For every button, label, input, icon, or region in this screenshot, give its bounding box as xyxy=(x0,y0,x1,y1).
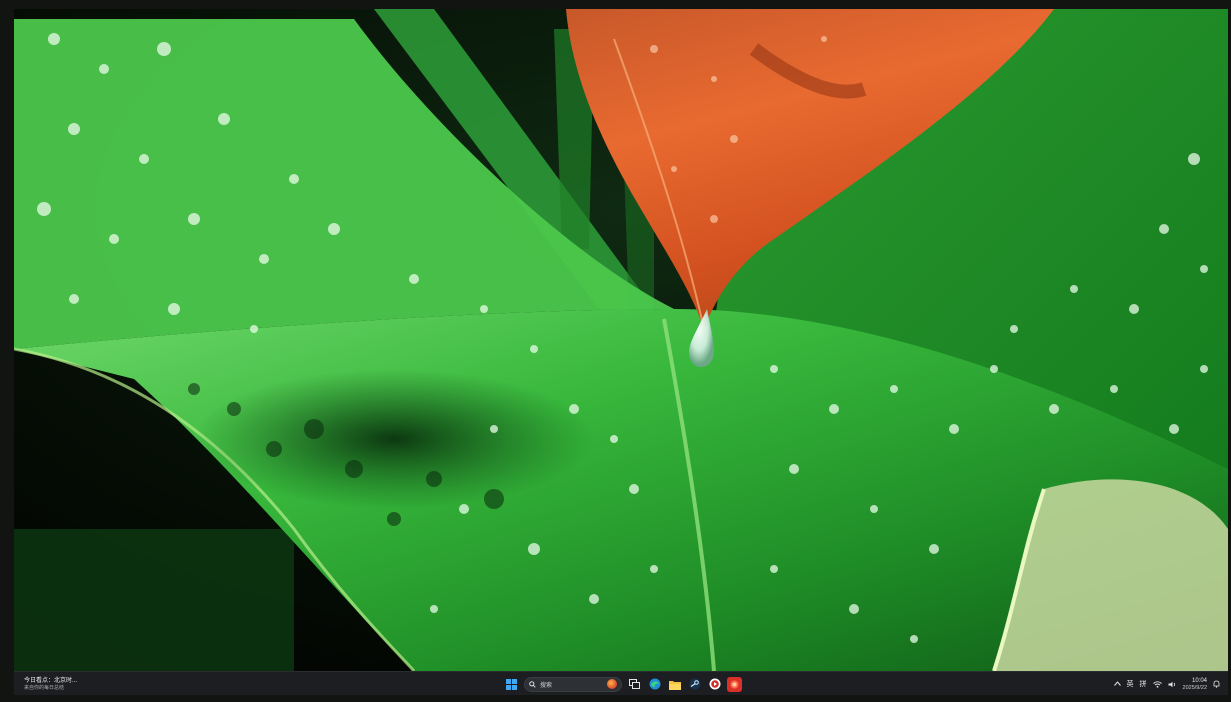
media-player-icon[interactable] xyxy=(707,677,722,692)
clock-date: 2025/9/22 xyxy=(1182,684,1207,691)
volume-icon[interactable] xyxy=(1168,675,1177,693)
windows-start-icon[interactable] xyxy=(504,677,519,692)
desktop-wallpaper xyxy=(14,9,1228,671)
file-explorer-icon[interactable] xyxy=(667,677,682,692)
search-icon xyxy=(529,680,536,688)
system-tray: 英 拼 10:04 2025/9/22 xyxy=(1113,674,1220,694)
network-wifi-icon[interactable] xyxy=(1152,675,1162,693)
ime-mode[interactable]: 拼 xyxy=(1140,679,1147,689)
show-hidden-icons-chevron-up-icon[interactable] xyxy=(1113,680,1121,688)
taskbar-search-box[interactable]: 搜索 xyxy=(524,676,622,692)
clock[interactable]: 10:04 2025/9/22 xyxy=(1183,677,1207,692)
task-view-icon[interactable] xyxy=(627,677,642,692)
notification-bell-icon[interactable] xyxy=(1213,675,1220,693)
news-widget[interactable]: 今日看点：北京时... 来自你的每日总结 xyxy=(24,674,144,694)
edge-browser-icon[interactable] xyxy=(647,677,662,692)
steam-icon[interactable] xyxy=(687,677,702,692)
clock-time: 10:04 xyxy=(1191,677,1207,684)
news-title: 今日看点：北京时... xyxy=(24,677,78,684)
search-highlight-icon xyxy=(607,679,617,689)
input-language[interactable]: 英 xyxy=(1127,679,1134,689)
taskbar: 今日看点：北京时... 来自你的每日总结 搜索 英 拼 10:04 2025/9… xyxy=(14,671,1228,695)
search-placeholder: 搜索 xyxy=(540,682,553,689)
red-app-icon[interactable] xyxy=(727,676,742,692)
news-subtitle: 来自你的每日总结 xyxy=(24,684,65,691)
taskbar-apps: 搜索 xyxy=(504,675,742,693)
screen: 今日看点：北京时... 来自你的每日总结 搜索 英 拼 10:04 2025/9… xyxy=(14,9,1228,695)
